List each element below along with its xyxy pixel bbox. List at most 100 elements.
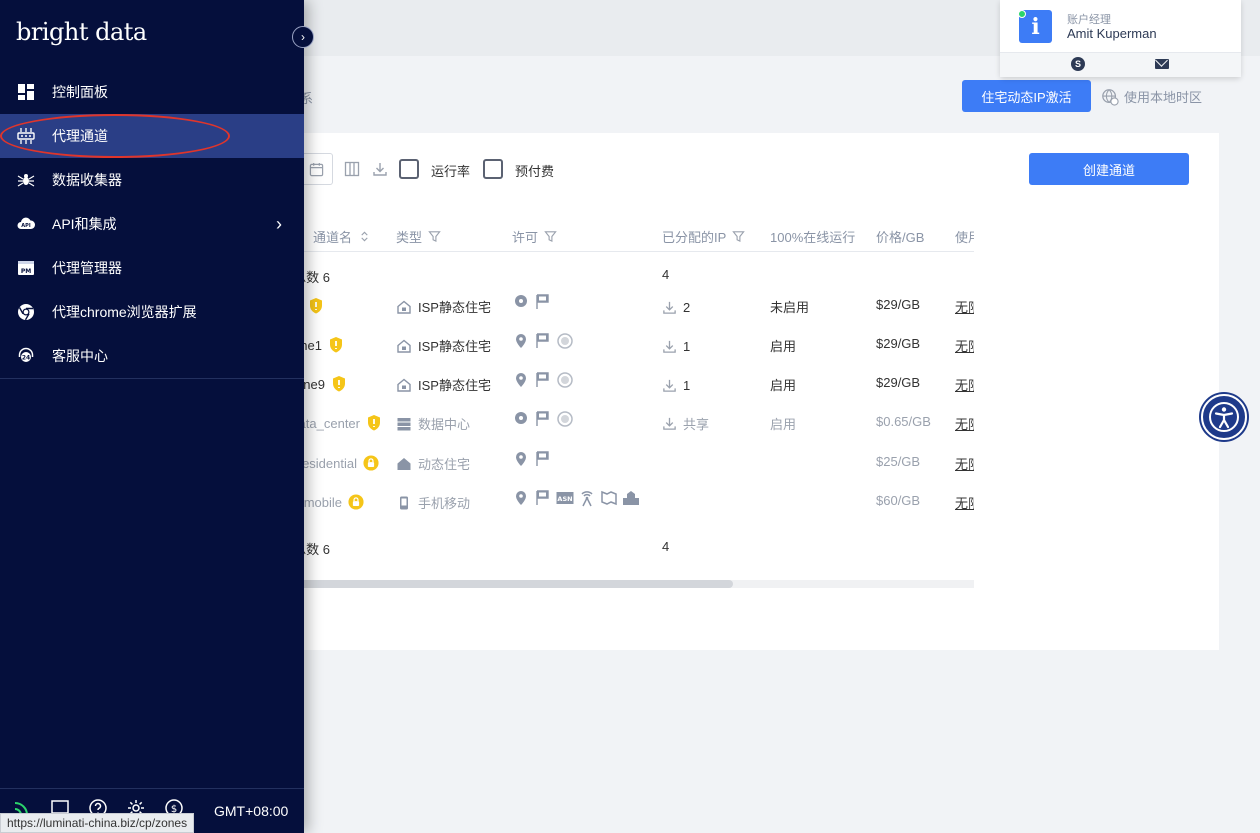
zone-ips-cell: 2 xyxy=(662,300,690,315)
sidebar-item-label: 数据收集器 xyxy=(52,172,122,188)
zone-usage-link[interactable]: 无限 xyxy=(955,336,974,355)
zone-type-cell: 数据中心 xyxy=(396,414,470,433)
flag-icon xyxy=(536,333,549,348)
sidebar-item-label: 控制面板 xyxy=(52,84,108,100)
zone-uptime-cell: 启用 xyxy=(770,339,797,354)
svg-text:ASN: ASN xyxy=(557,495,572,503)
zones-card: 运行率 预付费 创建通道 通道名 类型 许可 已分配的IP 100%在线运行 价… xyxy=(300,133,1219,650)
geo-share-icon xyxy=(515,412,527,424)
uptime-checkbox-label: 运行率 xyxy=(431,164,471,179)
sidebar-collapse-button[interactable]: › xyxy=(292,26,314,48)
zone-price-cell: $29/GB xyxy=(876,336,921,351)
summary-ips: 4 xyxy=(662,539,670,554)
column-header-uptime[interactable]: 100%在线运行 xyxy=(770,227,855,246)
summary-count: 总数 6 xyxy=(300,270,330,285)
prepaid-checkbox[interactable] xyxy=(483,159,503,179)
sidebar: bright data 控制面板 代理通道 数据收集器 API API和集成 ›… xyxy=(0,0,304,833)
zone-usage-link[interactable]: 无限 xyxy=(955,297,974,316)
zone-type-cell: 动态住宅 xyxy=(396,454,470,473)
location-pin-icon xyxy=(516,452,526,466)
table-row[interactable]: mobile 手机移动 ASN $60/GB 无限 xyxy=(300,483,974,522)
download-icon xyxy=(663,340,676,353)
account-manager-role: 账户经理 xyxy=(1067,14,1111,26)
zone-permissions-cell: ASN xyxy=(512,489,640,507)
chevron-right-icon: › xyxy=(276,213,282,234)
residential-activate-button[interactable]: 住宅动态IP激活 xyxy=(962,80,1091,112)
location-pin-icon xyxy=(516,334,526,348)
zone-type-cell: 手机移动 xyxy=(396,493,470,512)
zone-price-cell: $29/GB xyxy=(876,297,921,312)
zone-usage-link[interactable]: 无限 xyxy=(955,493,974,512)
create-zone-button[interactable]: 创建通道 xyxy=(1029,153,1189,185)
column-header-allocated-ips[interactable]: 已分配的IP xyxy=(662,227,746,246)
download-icon xyxy=(663,417,676,430)
table-row[interactable]: residential 动态住宅 $25/GB 无限 xyxy=(300,444,974,483)
mail-icon[interactable] xyxy=(1155,59,1169,69)
sidebar-item-data-collector[interactable]: 数据收集器 xyxy=(0,158,304,202)
sidebar-item-label: 客服中心 xyxy=(52,348,108,364)
asn-icon xyxy=(557,372,573,388)
sidebar-item-label: 代理管理器 xyxy=(52,260,122,276)
sidebar-item-api[interactable]: API API和集成 › xyxy=(0,202,304,246)
map-region-icon xyxy=(601,490,617,506)
table-row[interactable]: zone1 ISP静态住宅 1 启用 $29/GB 无限 xyxy=(300,326,974,365)
flag-icon xyxy=(536,372,549,387)
zone-name-cell: mobile xyxy=(300,493,364,511)
flag-icon xyxy=(536,490,549,505)
svg-text:24: 24 xyxy=(22,355,30,362)
sidebar-footer-divider xyxy=(0,788,304,789)
sidebar-item-support[interactable]: 24 客服中心 xyxy=(0,334,304,378)
online-status-dot xyxy=(1018,10,1026,18)
asn-icon xyxy=(557,333,573,349)
column-header-name[interactable]: 通道名 xyxy=(313,227,371,246)
table-row[interactable]: zone9 ISP静态住宅 1 启用 $29/GB 无限 xyxy=(300,365,974,404)
svg-text:PM: PM xyxy=(21,268,31,275)
shield-badge-icon xyxy=(368,415,380,431)
zone-uptime-cell: 启用 xyxy=(770,378,797,393)
zone-permissions-cell xyxy=(512,410,574,428)
timezone-display[interactable]: GMT+08:00 xyxy=(214,803,288,819)
table-header: 通道名 类型 许可 已分配的IP 100%在线运行 价格/GB 使用 xyxy=(300,221,974,252)
filter-icon[interactable] xyxy=(732,230,746,243)
zone-type-cell: ISP静态住宅 xyxy=(396,297,491,316)
download-icon[interactable] xyxy=(372,161,388,177)
chevron-right-icon: › xyxy=(301,30,305,44)
flag-icon xyxy=(536,451,549,466)
filter-icon[interactable] xyxy=(544,230,557,243)
column-header-price[interactable]: 价格/GB xyxy=(876,227,924,246)
columns-icon[interactable] xyxy=(344,161,360,177)
date-picker-button[interactable] xyxy=(300,153,333,185)
scrollbar-thumb[interactable] xyxy=(300,580,733,588)
zone-usage-link[interactable]: 无限 xyxy=(955,454,974,473)
shield-badge-icon xyxy=(330,337,342,353)
zone-type-cell: ISP静态住宅 xyxy=(396,336,491,355)
accessibility-button[interactable] xyxy=(1201,394,1247,440)
column-header-usage[interactable]: 使用 xyxy=(955,227,974,246)
sidebar-item-label: API和集成 xyxy=(52,216,117,232)
sidebar-item-label: 代理chrome浏览器扩展 xyxy=(52,304,197,320)
zone-usage-link[interactable]: 无限 xyxy=(955,375,974,394)
column-header-permissions[interactable]: 许可 xyxy=(512,227,557,246)
filter-icon[interactable] xyxy=(428,230,441,243)
sidebar-item-proxy-manager[interactable]: PM 代理管理器 xyxy=(0,246,304,290)
flag-icon xyxy=(536,294,549,309)
skype-icon[interactable]: S xyxy=(1071,57,1085,71)
zone-type-cell: ISP静态住宅 xyxy=(396,375,491,394)
zone-usage-link[interactable]: 无限 xyxy=(955,414,974,433)
uptime-checkbox[interactable] xyxy=(399,159,419,179)
sidebar-item-dashboard[interactable]: 控制面板 xyxy=(0,70,304,114)
sidebar-item-chrome-extension[interactable]: 代理chrome浏览器扩展 xyxy=(0,290,304,334)
zone-uptime-cell: 未启用 xyxy=(770,300,810,315)
bright-data-logo[interactable]: bright data xyxy=(16,18,147,46)
location-pin-icon xyxy=(516,491,526,505)
sort-icon[interactable] xyxy=(358,230,371,243)
lock-badge-icon xyxy=(348,494,364,510)
local-timezone-link[interactable]: 使用本地时区 xyxy=(1101,87,1202,106)
table-row[interactable]: data_center 数据中心 共享 启用 $0.65/GB 无限 xyxy=(300,404,974,443)
asn-icon xyxy=(557,411,573,427)
column-header-type[interactable]: 类型 xyxy=(396,227,441,246)
table-row[interactable]: ISP静态住宅 2 未启用 $29/GB 无限 xyxy=(300,287,974,326)
shield-badge-icon xyxy=(333,376,345,392)
city-icon xyxy=(623,491,639,505)
zone-uptime-cell: 启用 xyxy=(770,417,797,432)
